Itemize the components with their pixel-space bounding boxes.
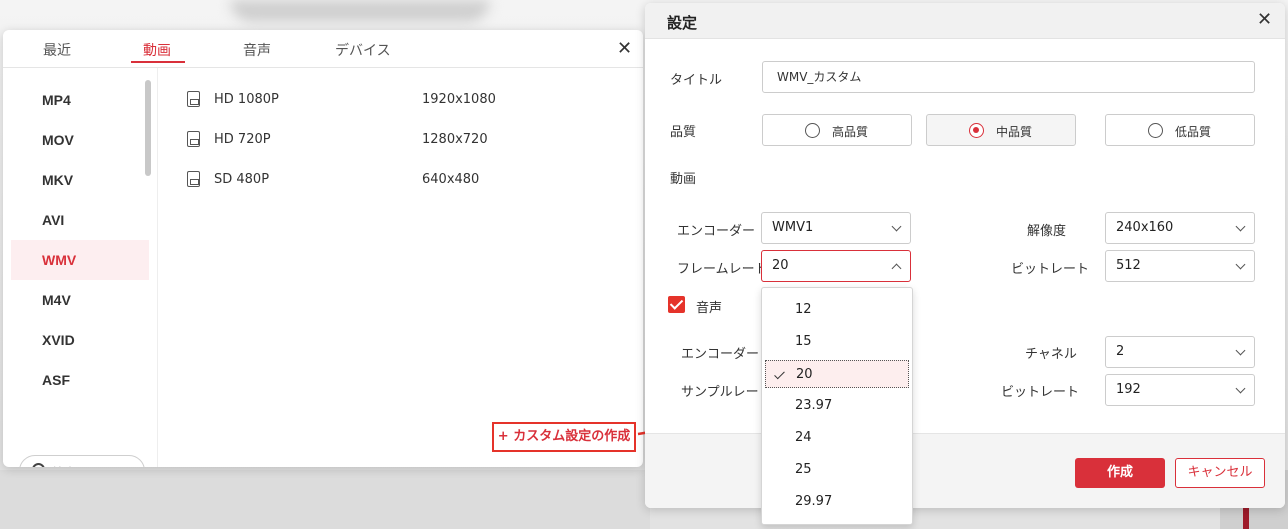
quality-option-label: 低品質	[1175, 125, 1212, 139]
chevron-up-icon	[891, 263, 902, 274]
option-label: 20	[796, 367, 813, 382]
preset-resolution: 1280x720	[422, 132, 488, 147]
sidebar-item-mov[interactable]: MOV	[11, 120, 149, 160]
samplerate-label: サンプルレート	[681, 385, 772, 400]
format-tabs: 最近 動画 音声 デバイス	[3, 30, 643, 68]
title-input[interactable]: WMV_カスタム	[762, 61, 1255, 93]
settings-dialog: 設定 ✕ タイトル WMV_カスタム 品質 高品質 中品質 低品質 動画 エンコ…	[645, 3, 1285, 508]
video-encoder-label: エンコーダー	[677, 224, 756, 239]
preset-resolution: 1920x1080	[422, 92, 496, 107]
cancel-button[interactable]: キャンセル	[1175, 458, 1265, 488]
create-custom-button[interactable]: + カスタム設定の作成	[492, 422, 636, 452]
sidebar-item-wmv[interactable]: WMV	[11, 240, 149, 280]
close-icon[interactable]: ✕	[617, 38, 632, 59]
settings-header: 設定 ✕	[645, 3, 1285, 39]
title-label: タイトル	[670, 73, 723, 88]
select-value: 2	[1116, 344, 1125, 359]
tab-recent[interactable]: 最近	[43, 40, 71, 60]
quality-low-option[interactable]: 低品質	[1105, 114, 1255, 146]
quality-label: 品質	[670, 125, 697, 140]
search-placeholder: 検索	[52, 464, 76, 467]
preset-resolution: 640x480	[422, 172, 480, 187]
sidebar-scrollbar[interactable]	[145, 80, 151, 176]
active-tab-indicator	[131, 61, 185, 63]
dropdown-option[interactable]: 23.97	[765, 392, 909, 420]
radio-selected-icon	[969, 123, 984, 138]
tab-audio[interactable]: 音声	[243, 40, 271, 60]
audio-checkbox[interactable]	[668, 296, 685, 313]
video-file-icon	[187, 131, 200, 147]
resolution-select[interactable]: 240x160	[1105, 212, 1255, 244]
sidebar-item-asf[interactable]: ASF	[11, 360, 149, 400]
select-value: 512	[1116, 258, 1141, 273]
dropdown-option[interactable]: 24	[765, 424, 909, 452]
tab-video[interactable]: 動画	[143, 40, 171, 60]
preset-name: HD 1080P	[214, 92, 279, 107]
video-file-icon	[187, 91, 200, 107]
chevron-down-icon	[1235, 221, 1246, 232]
framerate-select[interactable]: 20	[761, 250, 911, 282]
chevron-down-icon	[1235, 345, 1246, 356]
quality-high-option[interactable]: 高品質	[762, 114, 912, 146]
format-selector-dialog: 最近 動画 音声 デバイス ✕ MP4 MOV MKV AVI WMV M4V …	[3, 30, 643, 467]
audio-encoder-label: エンコーダー	[681, 347, 760, 362]
settings-title: 設定	[667, 14, 698, 32]
audio-section-label: 音声	[696, 301, 723, 316]
video-bitrate-select[interactable]: 512	[1105, 250, 1255, 282]
video-section-label: 動画	[670, 172, 697, 187]
format-sidebar: MP4 MOV MKV AVI WMV M4V XVID ASF 検索	[3, 68, 158, 467]
select-value: 192	[1116, 382, 1141, 397]
quality-option-label: 高品質	[832, 125, 869, 139]
channel-label: チャネル	[1025, 347, 1077, 362]
audio-bitrate-label: ビットレート	[1001, 385, 1080, 400]
framerate-dropdown-list: 12 15 20 23.97 24 25 29.97	[761, 287, 913, 525]
quality-medium-option[interactable]: 中品質	[926, 114, 1076, 146]
preset-name: SD 480P	[214, 172, 270, 187]
select-value: 240x160	[1116, 220, 1174, 235]
checkmark-icon	[774, 368, 785, 380]
radio-icon	[1148, 123, 1163, 138]
framerate-label: フレームレート	[677, 262, 768, 277]
select-value: 20	[772, 258, 789, 273]
chevron-down-icon	[891, 221, 902, 232]
sidebar-item-avi[interactable]: AVI	[11, 200, 149, 240]
radio-icon	[805, 123, 820, 138]
preset-name: HD 720P	[214, 132, 271, 147]
chevron-down-icon	[1235, 259, 1246, 270]
video-file-icon	[187, 171, 200, 187]
dropdown-option[interactable]: 25	[765, 456, 909, 484]
select-value: WMV1	[772, 220, 814, 235]
search-input[interactable]: 検索	[19, 455, 145, 467]
channel-select[interactable]: 2	[1105, 336, 1255, 368]
sidebar-item-xvid[interactable]: XVID	[11, 320, 149, 360]
sidebar-item-mkv[interactable]: MKV	[11, 160, 149, 200]
tab-device[interactable]: デバイス	[335, 40, 391, 60]
chevron-down-icon	[1235, 383, 1246, 394]
sidebar-item-m4v[interactable]: M4V	[11, 280, 149, 320]
dropdown-option-selected[interactable]: 20	[765, 360, 909, 388]
dropdown-option[interactable]: 12	[765, 296, 909, 324]
audio-bitrate-select[interactable]: 192	[1105, 374, 1255, 406]
resolution-label: 解像度	[1027, 224, 1067, 239]
background-blur	[230, 0, 490, 22]
video-bitrate-label: ビットレート	[1011, 262, 1090, 277]
dropdown-option[interactable]: 29.97	[765, 488, 909, 516]
close-icon[interactable]: ✕	[1257, 9, 1272, 30]
dropdown-option[interactable]: 15	[765, 328, 909, 356]
background-panel	[0, 470, 650, 529]
create-button[interactable]: 作成	[1075, 458, 1165, 488]
search-icon	[32, 463, 45, 467]
sidebar-item-mp4[interactable]: MP4	[11, 80, 149, 120]
quality-option-label: 中品質	[996, 125, 1033, 139]
video-encoder-select[interactable]: WMV1	[761, 212, 911, 244]
